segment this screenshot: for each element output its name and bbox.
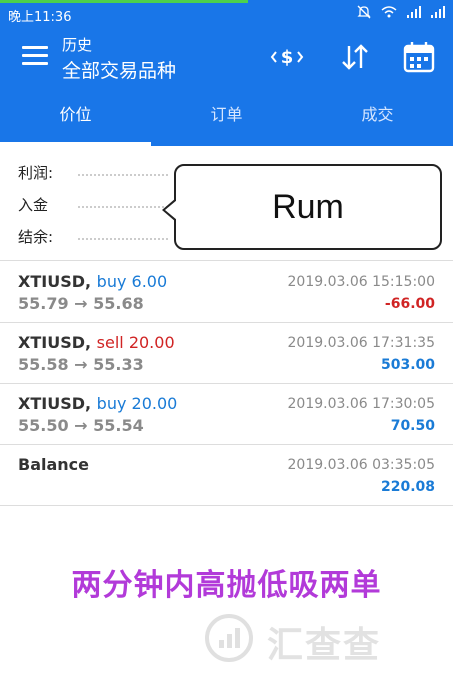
trade-date: 2019.03.06 17:31:35 [287, 335, 436, 351]
trade-action: sell 20.00 [96, 333, 175, 352]
trade-profit: -66.00 [384, 296, 435, 312]
tab-orders[interactable]: 订单 [151, 90, 302, 146]
status-time: 晚上11:36 [8, 10, 72, 25]
trade-date: 2019.03.06 15:15:00 [287, 274, 436, 290]
trade-symbol: XTIUSD, sell 20.00 [18, 333, 175, 352]
tab-deals[interactable]: 成交 [302, 90, 453, 146]
trade-date: 2019.03.06 17:30:05 [287, 396, 436, 412]
wifi-icon [381, 6, 397, 22]
divider [0, 260, 453, 261]
trade-date: 2019.03.06 03:35:05 [287, 457, 436, 473]
trade-row[interactable]: XTIUSD, buy 20.00 55.50 → 55.54 2019.03.… [0, 384, 453, 444]
callout-bubble: Rum [162, 164, 442, 250]
balance-title: Balance [18, 455, 89, 474]
trade-row[interactable]: XTIUSD, sell 20.00 55.58 → 55.33 2019.03… [0, 323, 453, 383]
watermark-text: 汇查查 [267, 625, 382, 666]
trade-price: 55.50 → 55.54 [18, 416, 144, 435]
tab-bar: 价位 订单 成交 [0, 90, 453, 146]
balance-value-placeholder [78, 238, 168, 240]
app-bar: 历史 全部交易品种 $ [0, 28, 453, 90]
status-icons [357, 5, 445, 23]
trade-price: 55.58 → 55.33 [18, 355, 144, 374]
symbol-filter[interactable]: 全部交易品种 [62, 56, 176, 83]
loading-progress-bar [0, 0, 248, 3]
promo-caption: 两分钟内高抛低吸两单 [71, 568, 382, 603]
status-bar: 晚上11:36 [0, 0, 453, 28]
divider [0, 505, 453, 506]
deposit-row: 入金 [18, 192, 168, 216]
menu-icon[interactable] [22, 46, 48, 68]
deposit-value-placeholder [78, 206, 168, 208]
trade-profit: 70.50 [390, 418, 435, 434]
watermark: 汇查查 [205, 608, 445, 670]
watermark-logo-icon [205, 614, 253, 662]
callout-text: Rum [272, 187, 344, 226]
trade-profit: 220.08 [380, 479, 435, 495]
trade-action: buy 20.00 [96, 394, 178, 413]
trade-symbol: XTIUSD, buy 6.00 [18, 272, 168, 291]
signal-icon [431, 6, 445, 22]
sort-arrows-icon[interactable] [338, 40, 372, 74]
signal-icon [407, 6, 421, 22]
profit-row: 利润: [18, 160, 168, 184]
calendar-icon[interactable] [402, 40, 436, 74]
trade-action: buy 6.00 [96, 272, 168, 291]
balance-label: 结余: [18, 227, 54, 246]
balance-row[interactable]: Balance 2019.03.06 03:35:05 220.08 [0, 445, 453, 505]
svg-text:$: $ [281, 47, 294, 68]
page-title: 历史 [62, 36, 93, 54]
trade-row[interactable]: XTIUSD, buy 6.00 55.79 → 55.68 2019.03.0… [0, 262, 453, 322]
profit-value-placeholder [78, 174, 168, 176]
deposit-label: 入金 [18, 195, 49, 214]
balance-row: 结余: [18, 224, 168, 248]
trade-price: 55.79 → 55.68 [18, 294, 144, 313]
trade-symbol: XTIUSD, buy 20.00 [18, 394, 178, 413]
tab-positions[interactable]: 价位 [0, 90, 151, 146]
mute-icon [357, 5, 371, 23]
sort-currency-icon[interactable]: $ [270, 40, 304, 74]
profit-label: 利润: [18, 163, 54, 182]
trade-profit: 503.00 [380, 357, 435, 373]
